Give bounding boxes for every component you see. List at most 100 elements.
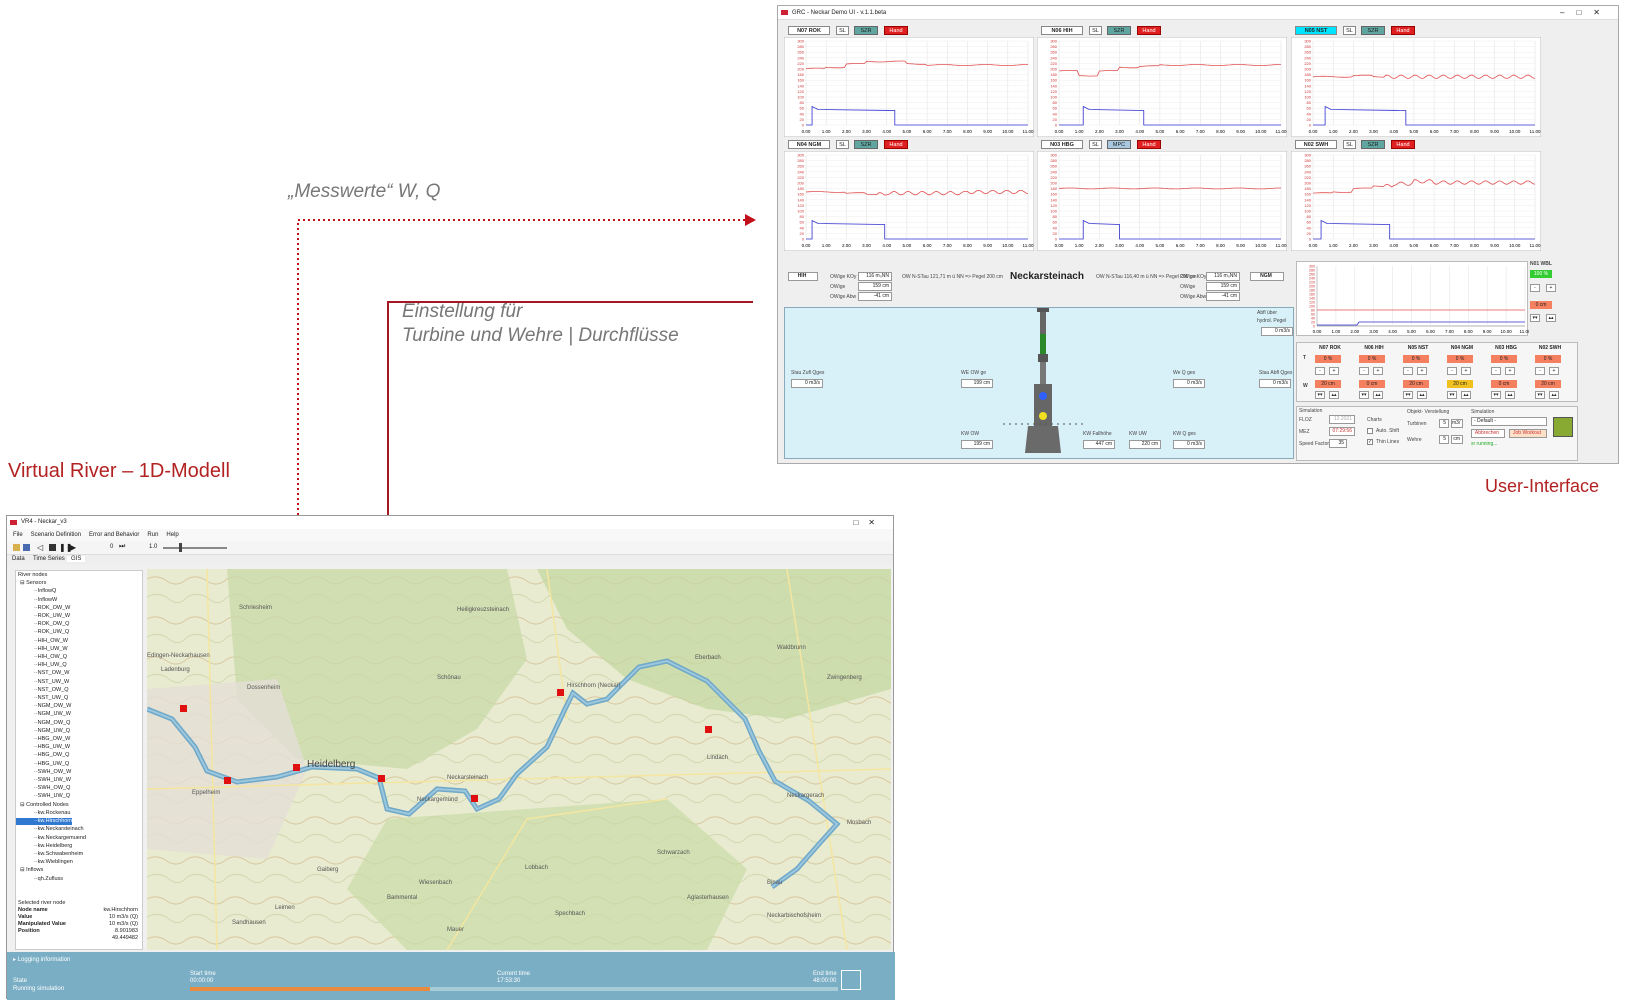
ctrl-up-w[interactable]: ▴▴ <box>1373 391 1383 399</box>
wehre-unit[interactable]: cm <box>1451 435 1463 444</box>
ctrl-node-w[interactable]: 20 cm <box>1315 380 1341 388</box>
n01-up[interactable]: ▴▴ <box>1546 314 1556 322</box>
ctrl-minus-t[interactable]: - <box>1491 367 1501 375</box>
sim-icon[interactable] <box>1553 417 1573 437</box>
hand-button[interactable]: Hand <box>1391 140 1415 149</box>
ctrl-down-w[interactable]: ▾▾ <box>1447 391 1457 399</box>
gis-map[interactable]: Heidelberg Eppelheim Dossenheim Schriesheim… <box>147 569 891 950</box>
tree-item[interactable]: ··kw.Hirschhorn <box>16 818 73 826</box>
tree-item[interactable]: ··kw.Neckarsteinach <box>16 825 142 833</box>
speed-field[interactable]: 35 <box>1329 439 1347 448</box>
save-icon[interactable] <box>23 544 30 551</box>
hand-button[interactable]: Hand <box>1391 26 1415 35</box>
n01-plus[interactable]: + <box>1546 284 1556 292</box>
skip-end-icon[interactable]: ⏭ <box>119 543 125 551</box>
ctrl-node-t[interactable]: 0 % <box>1535 355 1561 363</box>
ctrl-down-w[interactable]: ▾▾ <box>1491 391 1501 399</box>
kw-fall-field[interactable]: 447 cm <box>1083 440 1115 449</box>
ctrl-node-w[interactable]: 20 cm <box>1403 380 1429 388</box>
tree-item[interactable]: ··ROK_OW_Q <box>16 620 142 628</box>
mode-button[interactable]: SZR <box>854 140 878 149</box>
tree-group-sensors[interactable]: ⊟ Sensors <box>16 579 142 587</box>
hand-button[interactable]: Hand <box>1137 26 1161 35</box>
tree-item[interactable]: ··HIH_UW_Q <box>16 661 142 669</box>
menu-help[interactable]: Help <box>166 532 178 538</box>
owige-right[interactable]: 159 cm <box>1206 282 1240 291</box>
ctrl-node-w[interactable]: 0 cm <box>1491 380 1517 388</box>
tree-item[interactable]: ··SWH_UW_Q <box>16 792 142 800</box>
abfl-field[interactable]: 0 m3/s <box>1261 327 1293 336</box>
speed-slider-thumb[interactable] <box>179 543 182 552</box>
tree-item[interactable]: ··NGM_UW_Q <box>16 727 142 735</box>
ctrl-plus-t[interactable]: + <box>1329 367 1339 375</box>
station-left-node[interactable]: HIH <box>788 272 818 281</box>
tree-item[interactable]: ··qh.Zufluss <box>16 875 142 883</box>
owige-left[interactable]: 159 cm <box>858 282 892 291</box>
ctrl-up-w[interactable]: ▴▴ <box>1417 391 1427 399</box>
kw-q-field[interactable]: 0 m3/s <box>1173 440 1205 449</box>
owige-ko-left[interactable]: 116 m₀NN <box>858 272 892 281</box>
ctrl-minus-t[interactable]: - <box>1315 367 1325 375</box>
tree-item[interactable]: ··kw.Wieblingen <box>16 858 142 866</box>
ctrl-minus-t[interactable]: - <box>1535 367 1545 375</box>
sl-button[interactable]: SL <box>1343 140 1356 149</box>
n01-minus[interactable]: - <box>1530 284 1540 292</box>
sl-button[interactable]: SL <box>1089 26 1102 35</box>
thin-lines-checkbox[interactable]: ✓ <box>1367 439 1373 445</box>
turbinen-unit[interactable]: m3/ <box>1451 419 1463 428</box>
ctrl-node-t[interactable]: 0 % <box>1403 355 1429 363</box>
menu-file[interactable]: File <box>13 532 23 538</box>
ctrl-node-w[interactable]: 0 cm <box>1359 380 1385 388</box>
tree-item[interactable]: ··ROK_OW_W <box>16 604 142 612</box>
node-button[interactable]: N06 HIH <box>1041 26 1083 35</box>
rewind-icon[interactable]: ◁ <box>37 543 43 552</box>
ctrl-plus-t[interactable]: + <box>1373 367 1383 375</box>
workout-button[interactable]: Job Workout <box>1509 429 1547 438</box>
tree-item[interactable]: ··SWH_OW_Q <box>16 784 142 792</box>
mode-button[interactable]: SZR <box>1107 26 1131 35</box>
tree-item[interactable]: ··HIH_OW_Q <box>16 653 142 661</box>
mode-button[interactable]: SZR <box>1361 26 1385 35</box>
ctrl-up-w[interactable]: ▴▴ <box>1329 391 1339 399</box>
play-icon[interactable]: ▶ <box>70 543 76 552</box>
tab-gis[interactable]: GIS <box>67 556 86 562</box>
tree-item[interactable]: ··HIH_OW_W <box>16 637 142 645</box>
tree-item[interactable]: ··NST_UW_W <box>16 678 142 686</box>
tree-group-inflows[interactable]: ⊟ Inflows <box>16 866 142 874</box>
ctrl-node-t[interactable]: 0 % <box>1315 355 1341 363</box>
wehre-field[interactable]: 5 <box>1439 435 1449 444</box>
owige-abw-right[interactable]: -41 cm <box>1206 292 1240 301</box>
sl-button[interactable]: SL <box>1089 140 1102 149</box>
sl-button[interactable]: SL <box>1343 26 1356 35</box>
ctrl-plus-t[interactable]: + <box>1549 367 1559 375</box>
hand-button[interactable]: Hand <box>884 26 908 35</box>
ctrl-minus-t[interactable]: - <box>1447 367 1457 375</box>
tree-item[interactable]: ··kw.Neckargemuend <box>16 834 142 842</box>
mode-button[interactable]: SZR <box>854 26 878 35</box>
tree-item[interactable]: ··HBG_OW_Q <box>16 751 142 759</box>
ctrl-down-w[interactable]: ▾▾ <box>1403 391 1413 399</box>
node-button[interactable]: N07 ROK <box>788 26 830 35</box>
ctrl-minus-t[interactable]: - <box>1359 367 1369 375</box>
tree-item[interactable]: ··NGM_OW_Q <box>16 719 142 727</box>
tree-item[interactable]: ··HBG_UW_Q <box>16 760 142 768</box>
stau-zufl-field[interactable]: 0 m3/s <box>791 379 823 388</box>
tab-data[interactable]: Data <box>12 556 25 562</box>
tree-item[interactable]: ··InflowW <box>16 596 142 604</box>
owige-ko-right[interactable]: 116 m₀NN <box>1206 272 1240 281</box>
tree-item[interactable]: ··SWH_UW_W <box>16 776 142 784</box>
hand-button[interactable]: Hand <box>1137 140 1161 149</box>
stop-icon[interactable] <box>49 544 56 551</box>
ctrl-up-w[interactable]: ▴▴ <box>1505 391 1515 399</box>
speed-slider[interactable] <box>163 547 227 549</box>
mode-button[interactable]: SZR <box>1361 140 1385 149</box>
ctrl-node-w[interactable]: 20 cm <box>1535 380 1561 388</box>
vr4-window-controls[interactable]: □✕ <box>853 516 885 529</box>
tree-item[interactable]: ··NGM_UW_W <box>16 710 142 718</box>
tree-item[interactable]: ··NST_UW_Q <box>16 694 142 702</box>
n01-down[interactable]: ▾▾ <box>1530 314 1540 322</box>
ctrl-node-t[interactable]: 0 % <box>1491 355 1517 363</box>
auto-shift-checkbox[interactable] <box>1367 428 1373 434</box>
log-title[interactable]: ▸ Logging information <box>13 956 70 963</box>
ctrl-minus-t[interactable]: - <box>1403 367 1413 375</box>
